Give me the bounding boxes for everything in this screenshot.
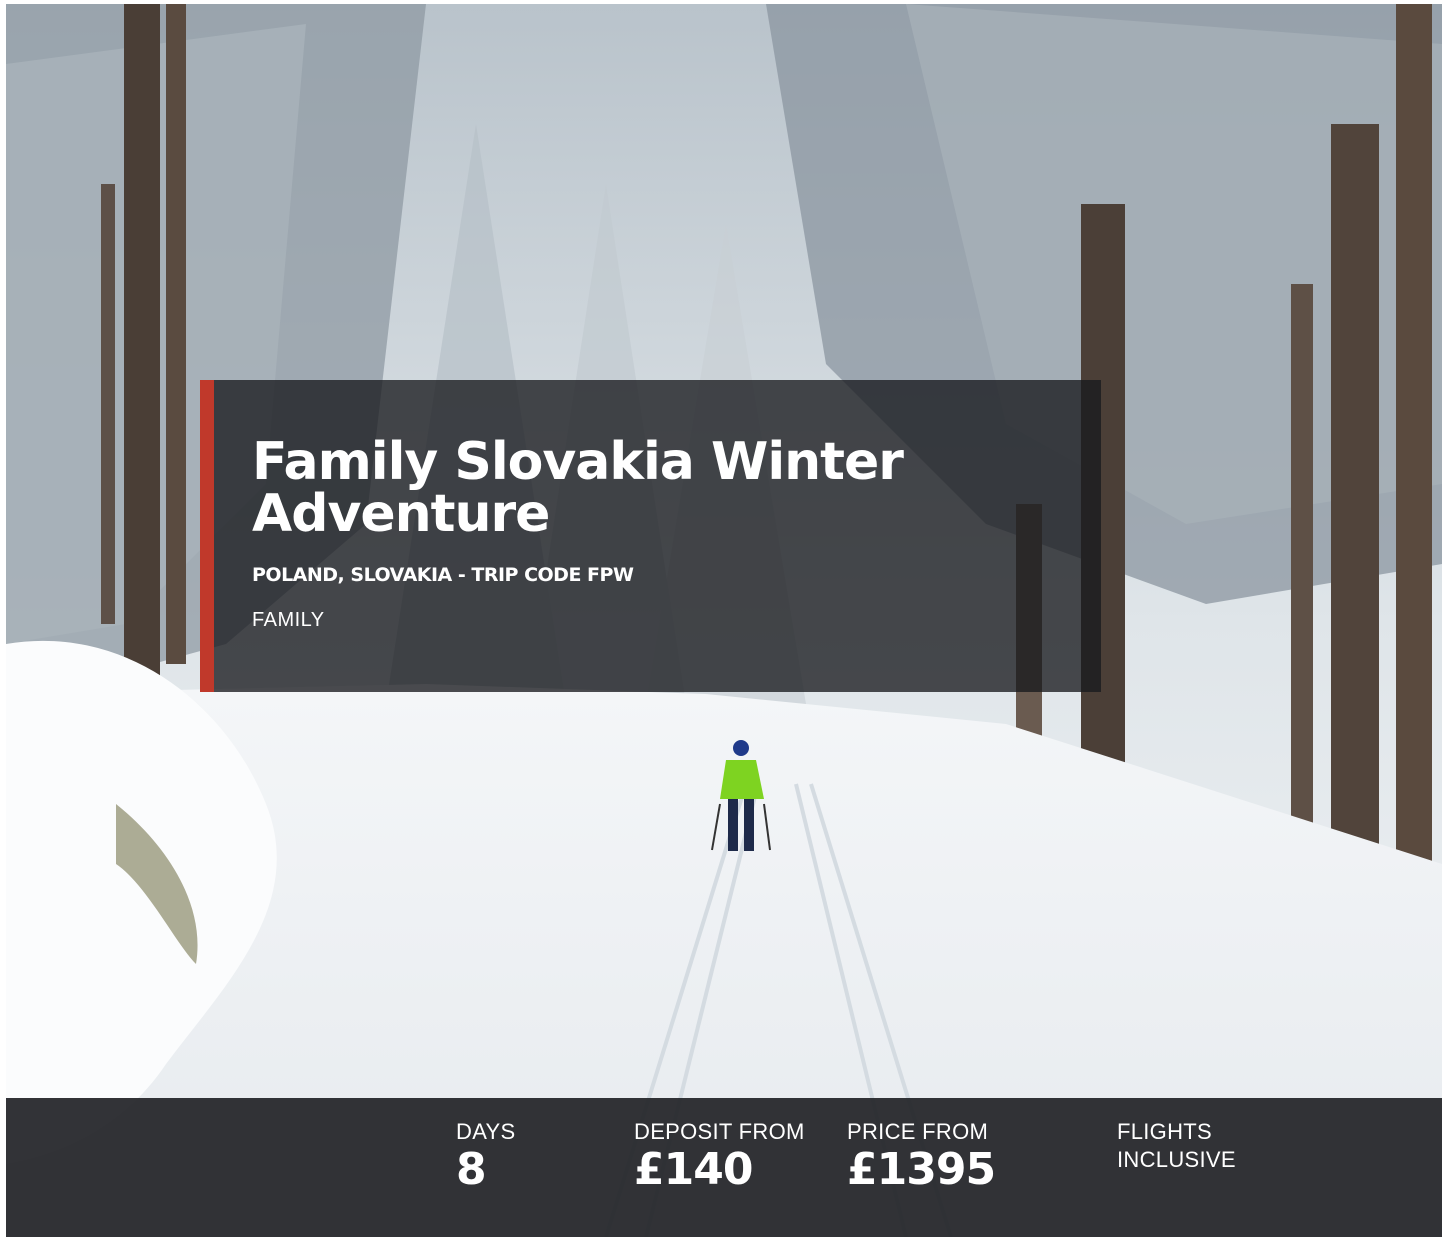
price-value: £1395 [847, 1144, 996, 1195]
price-label: PRICE FROM [847, 1119, 989, 1144]
trip-category: FAMILY [252, 609, 325, 631]
trip-subtitle: POLAND, SLOVAKIA - TRIP CODE FPW [252, 564, 634, 586]
deposit-value: £140 [634, 1144, 753, 1195]
days-value: 8 [456, 1144, 487, 1195]
stat-flights: FLIGHTS INCLUSIVE [1117, 1118, 1317, 1174]
deposit-label: DEPOSIT FROM [634, 1119, 805, 1144]
trip-stats-bar: DAYS 8 DEPOSIT FROM £140 PRICE FROM £139… [6, 1098, 1442, 1237]
trip-title: Family Slovakia Winter Adventure [252, 432, 904, 544]
trip-title-panel: Family Slovakia Winter Adventure POLAND,… [200, 380, 1101, 692]
stat-days: DAYS 8 [456, 1118, 515, 1194]
stat-price: PRICE FROM £1395 [847, 1118, 996, 1195]
stat-deposit: DEPOSIT FROM £140 [634, 1118, 805, 1194]
accent-bar [200, 380, 214, 692]
days-label: DAYS [456, 1119, 516, 1144]
flights-label: FLIGHTS INCLUSIVE [1117, 1119, 1236, 1172]
